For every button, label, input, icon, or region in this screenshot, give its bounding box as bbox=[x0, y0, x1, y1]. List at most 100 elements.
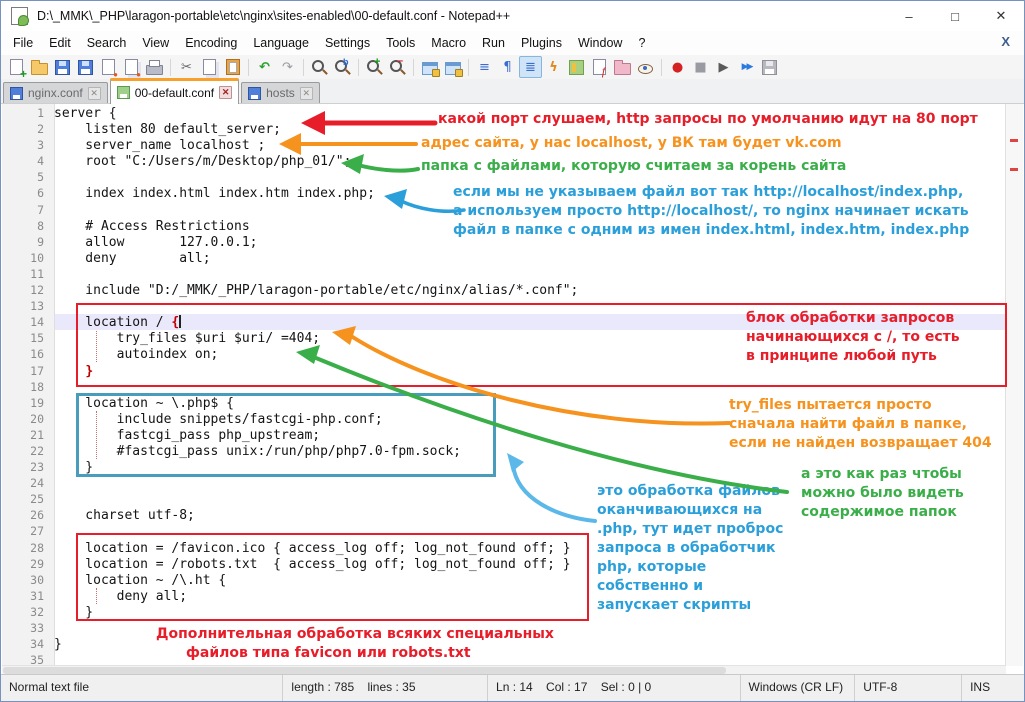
undo-button[interactable]: ↶ bbox=[253, 56, 276, 78]
close-all-button[interactable] bbox=[120, 56, 143, 78]
code-line[interactable]: 8 # Access Restrictions bbox=[2, 218, 1006, 234]
code-line[interactable]: 19 location ~ \.php$ { bbox=[2, 395, 1006, 411]
menu-edit[interactable]: Edit bbox=[41, 32, 79, 54]
sync-v-button[interactable] bbox=[418, 56, 441, 78]
undo-icon: ↶ bbox=[259, 61, 270, 74]
code-line[interactable]: 6 index index.html index.htm index.php; bbox=[2, 185, 1006, 201]
code-line[interactable]: 15 try_files $uri $uri/ =404; bbox=[2, 330, 1006, 346]
code-line[interactable]: 25 bbox=[2, 491, 1006, 507]
word-wrap-button[interactable]: ≡ bbox=[473, 56, 496, 78]
play-macro-button[interactable]: ▶ bbox=[712, 56, 735, 78]
code-line[interactable]: 11 bbox=[2, 266, 1006, 282]
code-line[interactable]: 27 bbox=[2, 523, 1006, 539]
code-line[interactable]: 26 charset utf-8; bbox=[2, 507, 1006, 523]
code-line[interactable]: 13 bbox=[2, 298, 1006, 314]
vertical-scrollbar[interactable] bbox=[1005, 104, 1023, 666]
function-list-button[interactable] bbox=[588, 56, 611, 78]
find-button[interactable] bbox=[308, 56, 331, 78]
code-line[interactable]: 30 location ~ /\.ht { bbox=[2, 572, 1006, 588]
menu-window[interactable]: Window bbox=[570, 32, 630, 54]
code-line[interactable]: 18 bbox=[2, 379, 1006, 395]
new-file-button[interactable] bbox=[5, 56, 28, 78]
copy-button[interactable] bbox=[198, 56, 221, 78]
menu-language[interactable]: Language bbox=[245, 32, 317, 54]
editor[interactable]: 1server {2 listen 80 default_server;3 se… bbox=[2, 104, 1023, 675]
menu-close-document-x[interactable]: X bbox=[1001, 34, 1010, 49]
zoom-in-button[interactable] bbox=[363, 56, 386, 78]
tab-hosts[interactable]: hosts✕ bbox=[241, 82, 320, 103]
code-text: location ~ \.php$ { bbox=[54, 396, 234, 411]
print-button[interactable] bbox=[143, 56, 166, 78]
code-line[interactable]: 16 autoindex on; bbox=[2, 346, 1006, 362]
code-line[interactable]: 2 listen 80 default_server; bbox=[2, 121, 1006, 137]
code-line[interactable]: 24 bbox=[2, 475, 1006, 491]
line-number: 8 bbox=[2, 218, 54, 234]
monitoring-button[interactable] bbox=[634, 56, 657, 78]
zoom-in-icon bbox=[367, 60, 379, 72]
code-line[interactable]: 22 #fastcgi_pass unix:/run/php/php7.0-fp… bbox=[2, 443, 1006, 459]
code-line[interactable]: 23 } bbox=[2, 459, 1006, 475]
replace-icon bbox=[335, 60, 347, 72]
code-line[interactable]: 33 bbox=[2, 620, 1006, 636]
close-file-button[interactable] bbox=[97, 56, 120, 78]
replace-button[interactable] bbox=[331, 56, 354, 78]
user-defined-dialog-button[interactable]: ϟ bbox=[542, 56, 565, 78]
menu-macro[interactable]: Macro bbox=[423, 32, 474, 54]
tab-00-default-conf[interactable]: 00-default.conf ✕ bbox=[110, 78, 239, 104]
menu-settings[interactable]: Settings bbox=[317, 32, 378, 54]
open-file-icon bbox=[31, 63, 48, 75]
code-line[interactable]: 5 bbox=[2, 169, 1006, 185]
notepadpp-window: D:\_MMK\_PHP\laragon-portable\etc\nginx\… bbox=[0, 0, 1025, 702]
folder-workspace-button[interactable] bbox=[611, 56, 634, 78]
paste-button[interactable] bbox=[221, 56, 244, 78]
menu-plugins[interactable]: Plugins bbox=[513, 32, 570, 54]
tab-nginx-conf[interactable]: nginx.conf✕ bbox=[3, 82, 108, 103]
show-indent-guide-button[interactable]: ≣ bbox=[519, 56, 542, 78]
code-line[interactable]: 32 } bbox=[2, 604, 1006, 620]
code-line[interactable]: 7 bbox=[2, 202, 1006, 218]
run-macro-multi-button[interactable]: ▶▶ bbox=[735, 56, 758, 78]
document-map-button[interactable] bbox=[565, 56, 588, 78]
code-line[interactable]: 28 location = /favicon.ico { access_log … bbox=[2, 540, 1006, 556]
save-macro-button[interactable] bbox=[758, 56, 781, 78]
open-file-button[interactable] bbox=[28, 56, 51, 78]
show-all-chars-button[interactable]: ¶ bbox=[496, 56, 519, 78]
code-line[interactable]: 10 deny all; bbox=[2, 250, 1006, 266]
maximize-button[interactable]: □ bbox=[932, 1, 978, 31]
record-macro-button[interactable]: ● bbox=[666, 56, 689, 78]
tab-close-icon[interactable]: ✕ bbox=[219, 86, 232, 99]
code-line[interactable]: 12 include "D:/_MMK/_PHP/laragon-portabl… bbox=[2, 282, 1006, 298]
minimize-button[interactable]: – bbox=[886, 1, 932, 31]
code-line[interactable]: 20 include snippets/fastcgi-php.conf; bbox=[2, 411, 1006, 427]
save-button[interactable] bbox=[51, 56, 74, 78]
sync-h-button[interactable] bbox=[441, 56, 464, 78]
tab-close-icon[interactable]: ✕ bbox=[88, 87, 101, 100]
tab-label: 00-default.conf bbox=[135, 86, 214, 100]
cut-button[interactable]: ✂ bbox=[175, 56, 198, 78]
code-line[interactable]: 31 deny all; bbox=[2, 588, 1006, 604]
code-line[interactable]: 14 location / { bbox=[2, 314, 1006, 330]
redo-button[interactable]: ↷ bbox=[276, 56, 299, 78]
tab-close-icon[interactable]: ✕ bbox=[300, 87, 313, 100]
zoom-out-button[interactable] bbox=[386, 56, 409, 78]
save-all-button[interactable] bbox=[74, 56, 97, 78]
code-line[interactable]: 4 root "C:/Users/m/Desktop/php_01/"; bbox=[2, 153, 1006, 169]
menu-help[interactable]: ? bbox=[630, 32, 653, 54]
menu-run[interactable]: Run bbox=[474, 32, 513, 54]
code-line[interactable]: 17 } bbox=[2, 363, 1006, 379]
code-line[interactable]: 29 location = /robots.txt { access_log o… bbox=[2, 556, 1006, 572]
menu-search[interactable]: Search bbox=[79, 32, 135, 54]
code-line[interactable]: 9 allow 127.0.0.1; bbox=[2, 234, 1006, 250]
stop-macro-button[interactable]: ■ bbox=[689, 56, 712, 78]
horizontal-scrollbar-thumb[interactable] bbox=[3, 667, 726, 674]
code-line[interactable]: 34} bbox=[2, 636, 1006, 652]
menu-encoding[interactable]: Encoding bbox=[177, 32, 245, 54]
menu-file[interactable]: File bbox=[5, 32, 41, 54]
close-button[interactable]: ✕ bbox=[978, 1, 1024, 31]
code-line[interactable]: 3 server_name localhost ; bbox=[2, 137, 1006, 153]
code-line[interactable]: 1server { bbox=[2, 105, 1006, 121]
menu-view[interactable]: View bbox=[134, 32, 177, 54]
code-line[interactable]: 21 fastcgi_pass php_upstream; bbox=[2, 427, 1006, 443]
title-bar[interactable]: D:\_MMK\_PHP\laragon-portable\etc\nginx\… bbox=[1, 1, 1024, 31]
menu-tools[interactable]: Tools bbox=[378, 32, 423, 54]
